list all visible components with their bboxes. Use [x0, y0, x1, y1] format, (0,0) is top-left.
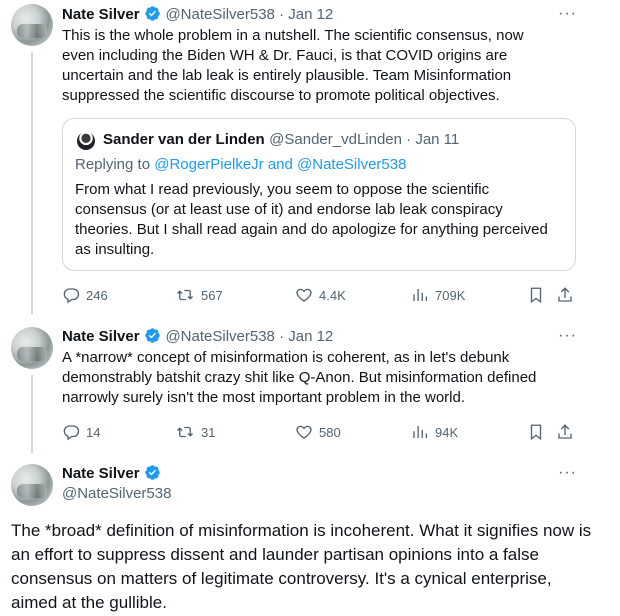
quoted-tweet[interactable]: Sander van der Linden @Sander_vdLinden ·… [62, 118, 576, 271]
more-options-icon[interactable]: ··· [558, 327, 577, 345]
author-name[interactable]: Nate Silver [62, 328, 140, 345]
quoted-handle-and-date[interactable]: @Sander_vdLinden · Jan 11 [269, 131, 459, 148]
avatar[interactable] [11, 327, 53, 369]
bookmark-icon [530, 287, 542, 304]
retweet-count: 567 [201, 287, 223, 303]
more-options-icon[interactable]: ··· [558, 464, 577, 482]
retweet-icon [177, 426, 193, 438]
like-count: 580 [319, 424, 341, 440]
heart-icon [296, 288, 312, 302]
reply-icon [63, 425, 80, 441]
author-name[interactable]: Nate Silver [62, 6, 140, 23]
quoted-tweet-text: From what I read previously, you seem to… [75, 181, 548, 258]
retweet-button[interactable]: 31 [175, 423, 215, 441]
share-icon [558, 424, 572, 439]
heart-icon [296, 425, 312, 439]
reply-count: 14 [86, 424, 101, 440]
author-name[interactable]: Nate Silver [62, 465, 140, 482]
handle-and-date[interactable]: @NateSilver538 · Jan 12 [165, 6, 333, 23]
avatar[interactable] [11, 464, 53, 506]
retweet-icon [177, 289, 193, 301]
retweet-count: 31 [201, 424, 216, 440]
reply-count: 246 [86, 287, 108, 303]
more-options-icon[interactable]: ··· [558, 5, 577, 23]
views-count: 709K [435, 287, 466, 303]
bookmark-button[interactable] [527, 423, 545, 441]
thread-line [31, 52, 33, 314]
views-button[interactable]: 709K [411, 286, 465, 304]
like-button[interactable]: 4.4K [295, 286, 346, 304]
share-icon [558, 287, 572, 302]
retweet-button[interactable]: 567 [175, 286, 223, 304]
views-chart-icon [413, 289, 428, 301]
tweet-text: The *broad* definition of misinformation… [11, 521, 592, 612]
verified-badge-icon [144, 327, 161, 350]
handle-and-date[interactable]: @NateSilver538 · Jan 12 [165, 328, 333, 345]
thread-line [31, 375, 33, 453]
reply-button[interactable]: 246 [62, 286, 108, 304]
handle[interactable]: @NateSilver538 [62, 484, 171, 504]
views-chart-icon [413, 426, 428, 438]
views-count: 94K [435, 424, 459, 440]
bookmark-button[interactable] [527, 286, 545, 304]
bookmark-icon [530, 424, 542, 441]
like-button[interactable]: 580 [295, 423, 341, 441]
share-button[interactable] [556, 286, 574, 304]
tweet-text: A *narrow* concept of misinformation is … [62, 349, 537, 406]
quoted-avatar[interactable] [77, 132, 95, 150]
replying-to-handles[interactable]: @RogerPielkeJr and @NateSilver538 [154, 156, 406, 173]
share-button[interactable] [556, 423, 574, 441]
quoted-author-name[interactable]: Sander van der Linden [103, 131, 265, 148]
tweet-text: This is the whole problem in a nutshell.… [62, 27, 524, 104]
reply-icon [63, 288, 80, 304]
verified-badge-icon [144, 5, 161, 28]
like-count: 4.4K [319, 287, 346, 303]
replying-to-label: Replying to [75, 156, 155, 173]
views-button[interactable]: 94K [411, 423, 458, 441]
avatar[interactable] [11, 4, 53, 46]
reply-button[interactable]: 14 [62, 423, 100, 441]
